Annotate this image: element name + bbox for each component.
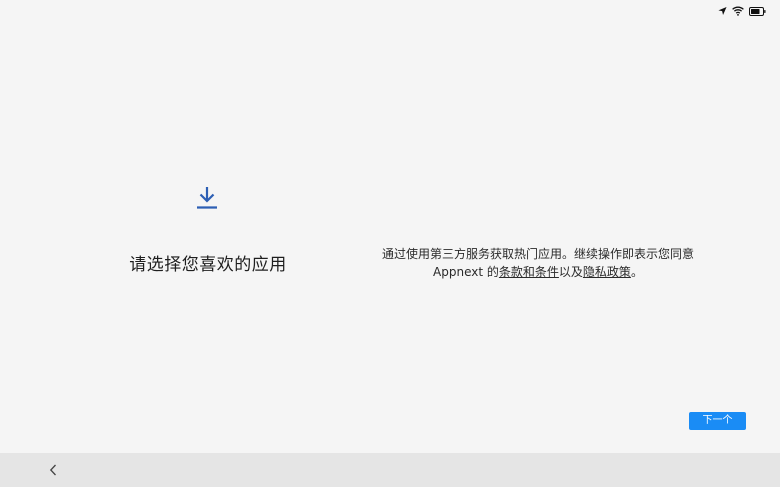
next-button[interactable]: 下一个 xyxy=(689,412,746,430)
and-text: 以及 xyxy=(558,265,583,279)
brand-name: Appnext xyxy=(433,265,484,279)
location-arrow-icon xyxy=(718,6,727,16)
end-punctuation: 。 xyxy=(630,265,643,279)
page-title: 请选择您喜欢的应用 xyxy=(129,255,287,275)
chevron-left-icon xyxy=(49,464,56,476)
download-icon xyxy=(197,187,217,209)
possessive-text: 的 xyxy=(483,265,499,279)
terms-and-conditions-link[interactable]: 条款和条件 xyxy=(499,265,559,279)
terms-line-1: 通过使用第三方服务获取热门应用。继续操作即表示您同意 xyxy=(381,247,694,261)
back-button[interactable] xyxy=(44,461,62,479)
privacy-policy-link[interactable]: 隐私政策 xyxy=(583,265,631,279)
battery-icon xyxy=(749,6,766,16)
terms-text: 通过使用第三方服务获取热门应用。继续操作即表示您同意 Appnext 的条款和条… xyxy=(360,245,716,281)
terms-line-2: Appnext 的条款和条件以及隐私政策。 xyxy=(360,263,716,281)
wifi-icon xyxy=(732,6,744,16)
status-bar xyxy=(718,4,766,18)
navigation-bar xyxy=(0,453,780,487)
